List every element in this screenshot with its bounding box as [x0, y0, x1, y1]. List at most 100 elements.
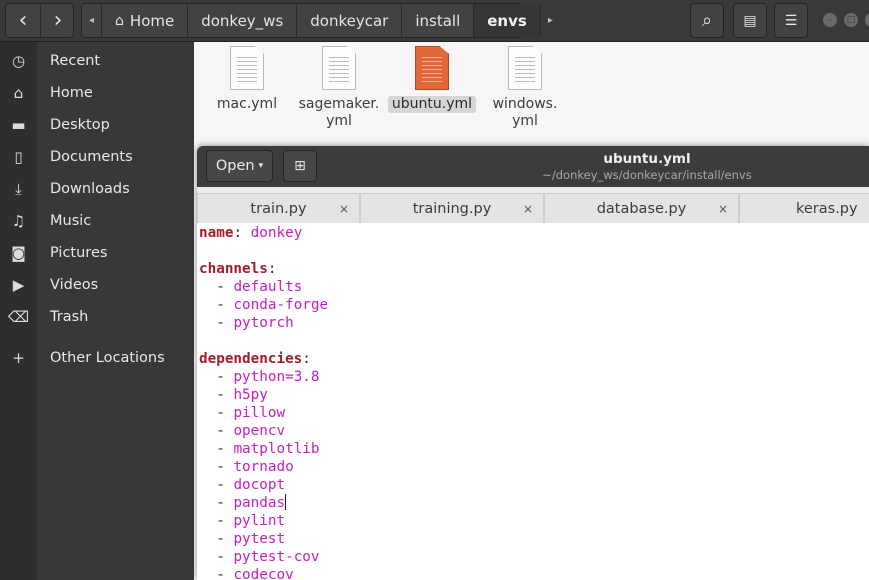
- yaml-dash: -: [216, 279, 225, 295]
- text-file-icon: [322, 46, 356, 90]
- sidebar: ◷ Recent ⌂ Home ▬ Desktop ▯ Documents ⤓ …: [0, 42, 194, 580]
- yaml-dash: -: [216, 567, 225, 580]
- file-name: windows.: [492, 96, 558, 112]
- sidebar-item-trash[interactable]: ⌫ Trash: [0, 301, 194, 333]
- yaml-value: docopt: [233, 477, 286, 493]
- close-tab-icon[interactable]: ×: [718, 202, 728, 216]
- breadcrumb-scroll-left[interactable]: ◂: [82, 4, 103, 37]
- yaml-dash: -: [216, 531, 225, 547]
- code-line: name: donkey: [199, 224, 867, 242]
- menu-button[interactable]: ☰: [774, 3, 808, 38]
- breadcrumb-envs[interactable]: envs: [474, 4, 541, 37]
- yaml-dash: -: [216, 405, 225, 421]
- code-line: - pillow: [199, 404, 867, 422]
- nav-buttons: ‹ ›: [5, 3, 74, 38]
- sidebar-item-label: Music: [50, 213, 92, 229]
- back-button[interactable]: ‹: [6, 4, 40, 37]
- yaml-dash: -: [216, 477, 225, 493]
- tab-train-py[interactable]: train.py ×: [197, 193, 360, 223]
- sidebar-item-music[interactable]: ♫ Music: [0, 205, 194, 237]
- code-line: - codecov: [199, 566, 867, 580]
- yaml-colon: :: [233, 225, 243, 241]
- yaml-key: dependencies: [199, 351, 303, 367]
- editor-header-bar: Open ▾ ⊞ ubuntu.yml ~/donkey_ws/donkeyca…: [197, 146, 869, 187]
- sidebar-item-other-locations[interactable]: + Other Locations: [0, 342, 194, 374]
- close-tab-icon[interactable]: ×: [339, 202, 349, 216]
- sidebar-item-label: Home: [50, 85, 93, 101]
- download-icon: ⤓: [15, 180, 22, 198]
- breadcrumb-home[interactable]: ⌂ Home: [102, 4, 189, 37]
- open-label: Open: [215, 158, 255, 174]
- home-icon: ⌂: [13, 84, 24, 102]
- breadcrumb-donkeycar[interactable]: donkeycar: [297, 4, 403, 37]
- file-item-mac-yml[interactable]: mac.yml: [201, 46, 293, 113]
- yaml-dash: -: [216, 495, 225, 511]
- yaml-value: pylint: [233, 513, 286, 529]
- code-view[interactable]: name: donkey channels: - defaults - cond…: [199, 224, 867, 580]
- yaml-value: pytest-cov: [233, 549, 320, 565]
- yaml-value: defaults: [233, 279, 303, 295]
- yaml-colon: :: [267, 261, 277, 277]
- file-name-line2: yml: [512, 113, 538, 129]
- hamburger-menu-icon: ☰: [784, 12, 798, 29]
- file-name: mac.yml: [216, 96, 278, 112]
- close-tab-icon[interactable]: ×: [523, 202, 533, 216]
- file-item-windows-yml[interactable]: windows. yml: [479, 46, 571, 130]
- tab-training-py[interactable]: training.py ×: [360, 193, 544, 223]
- tab-database-py[interactable]: database.py ×: [544, 193, 739, 223]
- sidebar-item-desktop[interactable]: ▬ Desktop: [0, 109, 194, 141]
- sidebar-item-downloads[interactable]: ⤓ Downloads: [0, 173, 194, 205]
- code-line: - conda-forge: [199, 296, 867, 314]
- code-line: - docopt: [199, 476, 867, 494]
- sidebar-item-videos[interactable]: ▶ Videos: [0, 269, 194, 301]
- clock-icon: ◷: [11, 52, 26, 70]
- close-window-button[interactable]: ×: [865, 13, 869, 27]
- code-line: - python=3.8: [199, 368, 867, 386]
- code-line: - defaults: [199, 278, 867, 296]
- tab-label: training.py: [412, 200, 492, 217]
- plus-icon: +: [12, 349, 25, 367]
- breadcrumb-install[interactable]: install: [402, 4, 475, 37]
- yaml-dash: -: [216, 297, 225, 313]
- code-line: - pytorch: [199, 314, 867, 332]
- code-line: - opencv: [199, 422, 867, 440]
- sidebar-item-home[interactable]: ⌂ Home: [0, 77, 194, 109]
- sidebar-item-label: Recent: [50, 53, 101, 69]
- sidebar-item-documents[interactable]: ▯ Documents: [0, 141, 194, 173]
- yaml-value: codecov: [233, 567, 294, 580]
- view-options-button[interactable]: ▤: [733, 3, 767, 38]
- file-item-sagemaker-yml[interactable]: sagemaker. yml: [293, 46, 385, 130]
- code-line: - pytest: [199, 530, 867, 548]
- code-line: - tornado: [199, 458, 867, 476]
- forward-button[interactable]: ›: [41, 4, 75, 37]
- yaml-value: pytorch: [233, 315, 294, 331]
- text-file-icon: [230, 46, 264, 90]
- sidebar-item-pictures[interactable]: ◙ Pictures: [0, 237, 194, 269]
- yaml-key: channels: [199, 261, 268, 277]
- search-button[interactable]: ⌕: [690, 3, 724, 38]
- editor-tabs: train.py × training.py × database.py × k…: [197, 187, 869, 223]
- open-button[interactable]: Open ▾: [206, 150, 273, 182]
- new-document-button[interactable]: ⊞: [283, 150, 317, 182]
- yaml-dash: -: [216, 315, 225, 331]
- tab-label: database.py: [596, 200, 687, 217]
- minimize-button[interactable]: –: [823, 13, 837, 27]
- sidebar-item-label: Documents: [50, 149, 133, 165]
- sidebar-item-recent[interactable]: ◷ Recent: [0, 45, 194, 77]
- file-item-ubuntu-yml[interactable]: ubuntu.yml: [386, 46, 478, 113]
- music-icon: ♫: [11, 212, 26, 230]
- list-view-icon: ▤: [743, 12, 757, 29]
- video-icon: ▶: [12, 276, 25, 294]
- yaml-value: tornado: [233, 459, 294, 475]
- breadcrumb-home-label: Home: [129, 11, 175, 30]
- sidebar-item-label: Trash: [50, 309, 89, 325]
- maximize-button[interactable]: □: [844, 13, 858, 27]
- breadcrumb-donkey-ws[interactable]: donkey_ws: [188, 4, 298, 37]
- yaml-colon: :: [302, 351, 311, 367]
- yaml-value: pandas: [233, 495, 286, 511]
- yaml-dash: -: [216, 369, 225, 385]
- breadcrumb-scroll-right[interactable]: ▸: [541, 4, 560, 37]
- trash-icon: ⌫: [7, 308, 30, 326]
- tab-keras-py[interactable]: keras.py: [739, 193, 869, 223]
